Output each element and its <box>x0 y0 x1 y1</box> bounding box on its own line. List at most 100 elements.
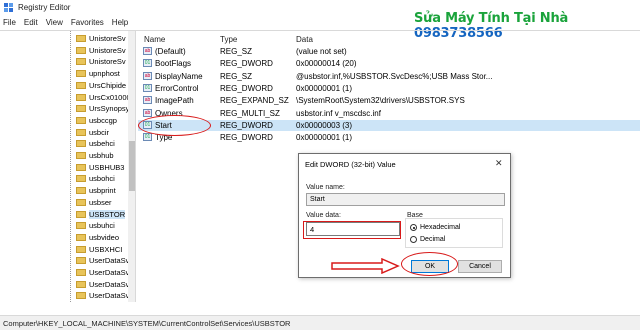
value-row[interactable]: 01 Type REG_DWORD 0x00000001 (1) <box>138 132 640 144</box>
tree-item[interactable]: usbohci <box>0 173 115 184</box>
value-name: (Default) <box>155 47 186 56</box>
tree-item[interactable]: UrsSynopsy <box>0 103 129 114</box>
folder-icon <box>76 292 86 300</box>
key-tree: UnistoreSv UnistoreSv UnistoreSv upnphost Ur… <box>0 31 136 302</box>
folder-icon <box>76 81 86 89</box>
value-data: 0x00000001 (1) <box>296 133 353 143</box>
value-row[interactable]: ab DisplayName REG_SZ @usbstor.inf,%USBSTOR… <box>138 71 640 83</box>
tree-item[interactable]: usbcir <box>0 127 109 138</box>
value-data: 0x00000001 (1) <box>296 83 353 93</box>
menu-favorites[interactable]: Favorites <box>71 18 104 27</box>
folder-icon <box>76 46 86 54</box>
folder-icon <box>76 140 86 148</box>
tree-item[interactable]: UnistoreSv <box>0 45 126 56</box>
tree-item[interactable]: USBHUB3 <box>0 162 124 173</box>
value-data: \SystemRoot\System32\drivers\USBSTOR.SYS <box>296 96 465 106</box>
dialog-title: Edit DWORD (32-bit) Value <box>305 160 396 169</box>
tree-vertical-scrollbar[interactable] <box>128 31 135 302</box>
value-row[interactable]: ab (Default) REG_SZ (value not set) <box>138 46 640 58</box>
folder-icon <box>76 70 86 78</box>
tree-item[interactable]: UserDataSv <box>0 290 129 301</box>
value-row[interactable]: 01 BootFlags REG_DWORD 0x00000014 (20) <box>138 58 640 70</box>
value-name: ErrorControl <box>155 83 199 93</box>
menu-edit[interactable]: Edit <box>24 18 38 27</box>
tree-item[interactable]: USBXHCI <box>0 244 122 255</box>
value-name-field: Start <box>306 193 505 206</box>
tree-scroll-thumb[interactable] <box>129 141 135 191</box>
folder-icon <box>76 152 86 159</box>
tree-item-label: usbuhci <box>89 221 115 231</box>
folder-icon <box>76 93 86 101</box>
menu-bar: File Edit View Favorites Help <box>0 15 640 29</box>
value-name: Type <box>155 133 173 143</box>
value-data: usbstor.inf v_mscdsc.inf <box>296 108 381 118</box>
ok-button[interactable]: OK <box>411 260 449 273</box>
tree-item-label: UserDataSv <box>89 291 130 301</box>
tree-item-label: UrsSynopsy <box>89 104 130 114</box>
tree-item[interactable]: usbehci <box>0 138 115 149</box>
value-name-label: Value name: <box>306 184 345 191</box>
value-row[interactable]: ab Owners REG_MULTI_SZ usbstor.inf v_mscdsc… <box>138 108 640 120</box>
tree-item[interactable]: usbhub <box>0 150 114 161</box>
tree-item[interactable]: UserDataSv <box>0 267 129 278</box>
tree-item[interactable]: UserDataSv <box>0 255 129 266</box>
folder-icon <box>76 198 86 206</box>
binary-value-icon: 01 <box>143 120 152 129</box>
tree-item-label: upnphost <box>89 69 120 79</box>
close-icon[interactable]: ✕ <box>495 158 503 169</box>
menu-help[interactable]: Help <box>112 18 128 27</box>
value-type: REG_EXPAND_SZ <box>220 96 289 106</box>
value-data: 0x00000003 (3) <box>296 120 353 130</box>
tree-item-label: usbprint <box>89 186 116 196</box>
menu-file[interactable]: File <box>3 18 16 27</box>
value-data: @usbstor.inf,%USBSTOR.SvcDesc%;USB Mass … <box>296 71 493 81</box>
folder-icon <box>76 280 86 288</box>
tree-item[interactable]: UnistoreSv <box>0 56 126 67</box>
tree-item[interactable]: UserDataSv <box>0 279 129 290</box>
column-name[interactable]: Name <box>144 35 165 44</box>
tree-item-label: usbser <box>89 197 112 207</box>
value-type: REG_DWORD <box>220 120 273 130</box>
status-bar: Computer\HKEY_LOCAL_MACHINE\SYSTEM\Curre… <box>0 315 640 330</box>
decimal-radio[interactable]: Decimal <box>410 236 445 243</box>
string-value-icon: ab <box>143 47 152 55</box>
tree-item[interactable]: UnistoreSv <box>0 33 126 44</box>
status-path: Computer\HKEY_LOCAL_MACHINE\SYSTEM\Curre… <box>3 319 291 328</box>
registry-editor-icon <box>4 2 14 13</box>
value-type: REG_SZ <box>220 71 253 81</box>
tree-item-label: UnistoreSv <box>89 45 126 55</box>
tree-item[interactable]: usbvideo <box>0 232 119 243</box>
column-data[interactable]: Data <box>296 35 313 44</box>
cancel-button[interactable]: Cancel <box>458 260 502 273</box>
tree-item-label: usbccgp <box>89 115 117 125</box>
tree-item-label: UnistoreSv <box>89 34 126 43</box>
tree-item[interactable]: usbuhci <box>0 220 115 231</box>
tree-item[interactable]: usbser <box>0 197 112 208</box>
menu-view[interactable]: View <box>46 18 63 27</box>
value-name: ImagePath <box>155 96 194 106</box>
tree-item[interactable]: UrsChipide <box>0 80 126 91</box>
binary-value-icon: 01 <box>143 59 152 68</box>
tree-item-label: USBSTOR <box>89 209 126 219</box>
tree-item-label: usbehci <box>89 139 115 149</box>
tree-item[interactable]: upnphost <box>0 68 120 79</box>
string-value-icon: ab <box>143 71 152 80</box>
tree-item-label: usbhub <box>89 151 114 160</box>
tree-item[interactable]: USBSTOR <box>0 209 126 220</box>
tree-item[interactable]: usbccgp <box>0 115 117 126</box>
tree-item[interactable]: UrsCx01000 <box>0 92 131 103</box>
column-type[interactable]: Type <box>220 35 237 44</box>
value-data-input[interactable]: 4 <box>306 222 400 236</box>
value-row[interactable]: 01 Start REG_DWORD 0x00000003 (3) <box>138 119 640 132</box>
hexadecimal-radio[interactable]: Hexadecimal <box>410 224 460 231</box>
tree-item-label: UserDataSv <box>89 268 130 277</box>
window-title: Registry Editor <box>18 3 71 12</box>
tree-item[interactable]: usbprint <box>0 185 116 196</box>
value-row[interactable]: 01 ErrorControl REG_DWORD 0x00000001 (1) <box>138 83 640 95</box>
value-row[interactable]: ab ImagePath REG_EXPAND_SZ \SystemRoot\Syst… <box>138 95 640 107</box>
folder-icon <box>76 105 86 113</box>
folder-icon <box>76 58 86 66</box>
folder-icon <box>76 128 86 136</box>
value-data-label: Value data: <box>306 212 341 219</box>
decimal-label: Decimal <box>420 236 446 243</box>
